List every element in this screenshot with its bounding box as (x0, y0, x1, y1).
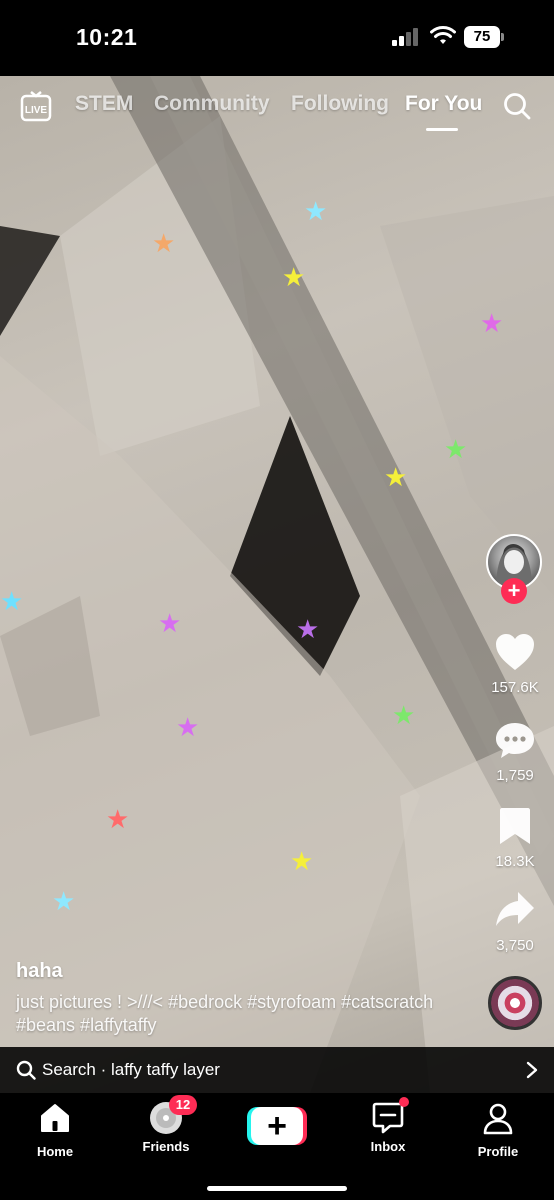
svg-text:★: ★ (444, 435, 467, 465)
svg-text:★: ★ (384, 463, 407, 493)
share-button[interactable]: 3,750 (483, 890, 547, 954)
search-icon (16, 1060, 36, 1080)
search-suggestion-text: Search · laffy taffy layer (42, 1060, 220, 1079)
svg-text:★: ★ (480, 309, 503, 339)
svg-text:LIVE: LIVE (25, 105, 48, 116)
svg-text:★: ★ (152, 229, 175, 259)
nav-profile[interactable]: Profile (453, 1101, 543, 1159)
svg-text:★: ★ (304, 197, 327, 227)
svg-text:★: ★ (158, 609, 181, 639)
friends-avatar-icon: 12 (149, 1095, 197, 1135)
comment-button[interactable]: 1,759 (483, 720, 547, 784)
svg-text:★: ★ (106, 805, 129, 835)
like-count: 157.6K (491, 679, 539, 696)
comment-icon (496, 723, 534, 758)
nav-friends-label: Friends (142, 1139, 190, 1154)
bookmark-button[interactable]: 18.3K (483, 806, 547, 870)
tab-community[interactable]: Community (154, 92, 270, 116)
search-suggestion-bar[interactable]: Search · laffy taffy layer (0, 1047, 554, 1093)
heart-icon (496, 634, 534, 670)
video-frame: ★ ★ ★ ★ ★ ★ ★ ★ ★ ★ ★ ★ ★ ★ (0, 76, 554, 1093)
battery-level: 75 (464, 26, 500, 48)
bottom-nav: Home 12 Friends + Inbox Profile (0, 1093, 554, 1200)
svg-text:★: ★ (0, 587, 23, 617)
battery-icon: 75 (464, 26, 504, 48)
wifi-icon (430, 26, 456, 44)
music-disc-icon[interactable] (488, 976, 542, 1030)
post-caption[interactable]: just pictures ! >///< #bedrock #styrofoa… (16, 991, 456, 1037)
tab-stem[interactable]: STEM (75, 92, 133, 116)
tab-following[interactable]: Following (291, 92, 389, 116)
follow-button[interactable]: + (501, 578, 527, 604)
nav-inbox-label: Inbox (370, 1139, 406, 1154)
nav-home-label: Home (36, 1144, 74, 1159)
share-icon (496, 892, 534, 926)
live-icon[interactable]: LIVE (20, 90, 52, 122)
nav-profile-label: Profile (477, 1144, 519, 1159)
status-time: 10:21 (76, 24, 138, 50)
create-button[interactable]: + (247, 1107, 307, 1145)
bookmark-icon (500, 808, 530, 844)
top-nav: LIVE STEM Community Following For You (0, 76, 554, 136)
search-icon[interactable] (502, 91, 532, 121)
nav-inbox[interactable]: Inbox (343, 1097, 433, 1154)
tab-for-you[interactable]: For You (405, 92, 482, 116)
chevron-right-icon (526, 1061, 538, 1079)
status-bar: 10:21 75 (0, 0, 554, 76)
plus-icon: + (251, 1107, 303, 1145)
signal-icon (392, 28, 422, 46)
svg-text:★: ★ (290, 847, 313, 877)
like-button[interactable]: 157.6K (483, 632, 547, 696)
share-count: 3,750 (496, 937, 534, 954)
video-player[interactable]: ★ ★ ★ ★ ★ ★ ★ ★ ★ ★ ★ ★ ★ ★ (0, 76, 554, 1093)
nav-home[interactable]: Home (10, 1101, 100, 1159)
friends-badge: 12 (169, 1095, 197, 1115)
inbox-notification-dot (399, 1097, 409, 1107)
bookmark-count: 18.3K (495, 853, 535, 870)
profile-icon (483, 1103, 513, 1135)
home-icon (41, 1104, 69, 1132)
svg-text:★: ★ (176, 713, 199, 743)
inbox-icon (371, 1097, 409, 1135)
post-username[interactable]: haha (16, 960, 63, 983)
svg-text:★: ★ (282, 263, 305, 293)
home-indicator (207, 1186, 347, 1191)
svg-text:★: ★ (392, 701, 415, 731)
active-tab-indicator (426, 128, 458, 131)
comment-count: 1,759 (496, 767, 534, 784)
svg-text:★: ★ (296, 615, 319, 645)
svg-text:★: ★ (52, 887, 75, 917)
nav-friends[interactable]: 12 Friends (121, 1095, 211, 1154)
